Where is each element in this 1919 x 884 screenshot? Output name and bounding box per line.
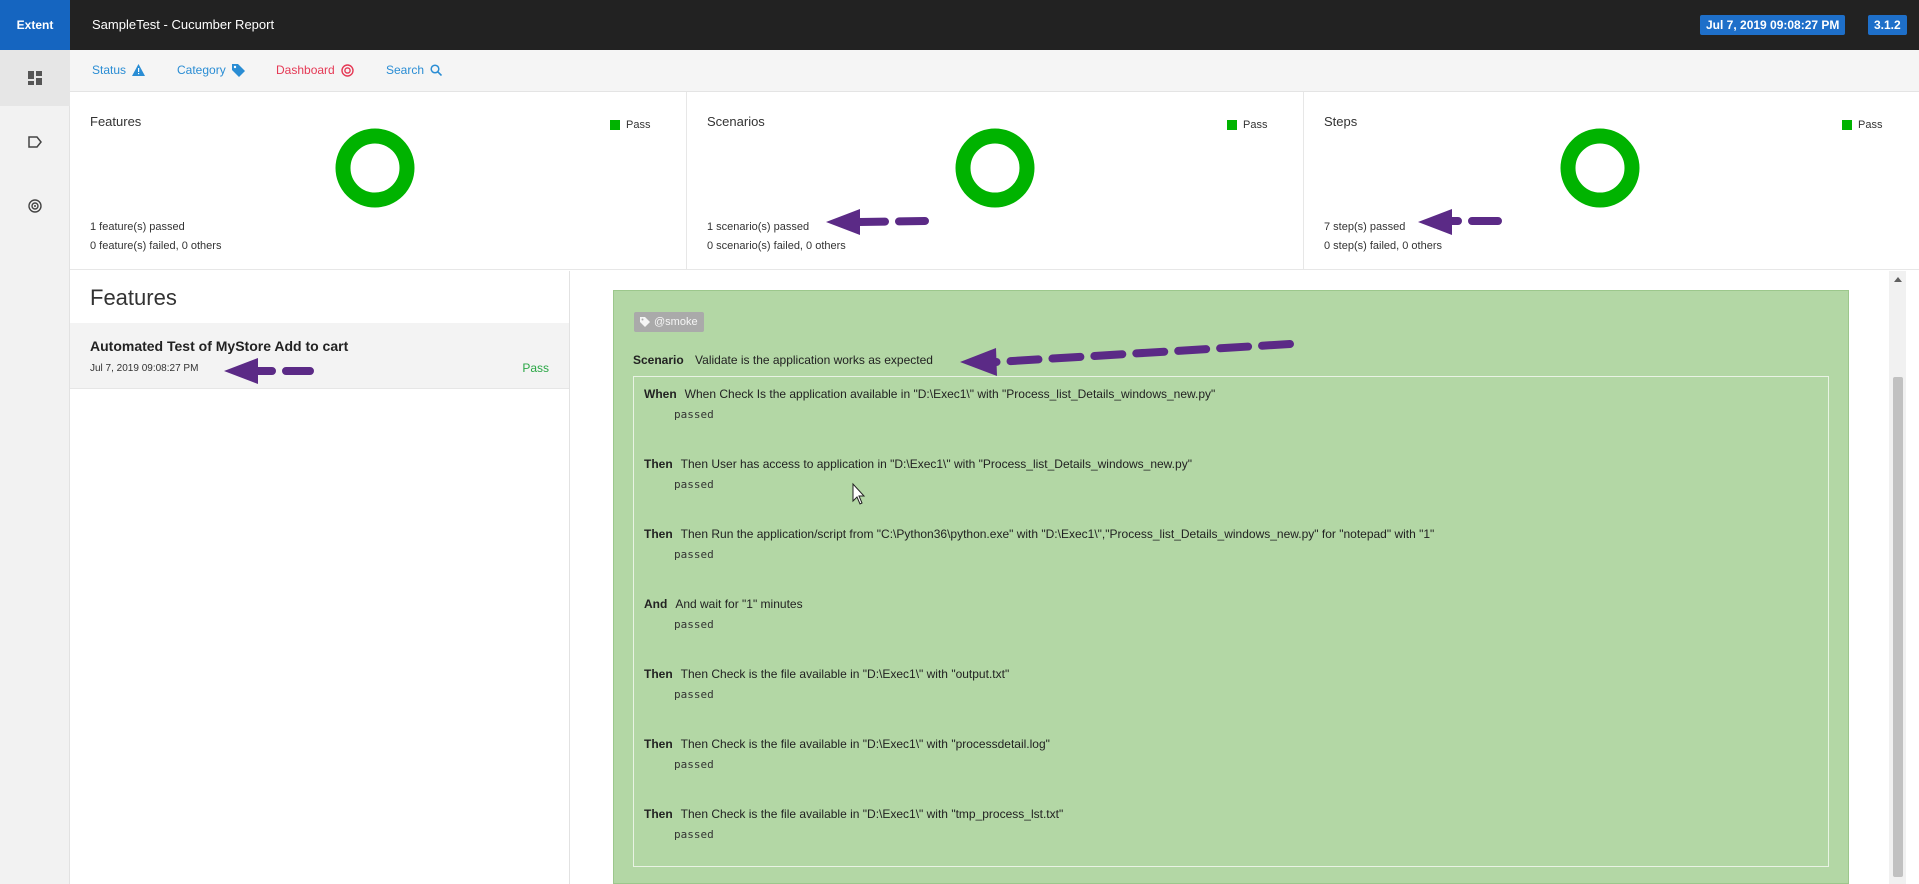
category-link[interactable]: Category [177, 63, 245, 77]
tag-icon [231, 63, 245, 77]
step-row: Then Then User has access to application … [644, 457, 1814, 507]
dashboard-link-label: Dashboard [276, 63, 335, 77]
features-failed-text: 0 feature(s) failed, 0 others [90, 240, 222, 252]
target-icon [28, 199, 42, 213]
tag-icon [640, 317, 650, 327]
step-text: Then Check is the file available in "D:\… [680, 807, 1064, 821]
steps-failed-text: 0 step(s) failed, 0 others [1324, 240, 1443, 252]
step-keyword: Then [644, 527, 673, 541]
nav-category[interactable] [0, 114, 70, 170]
scroll-up-arrow-icon[interactable] [1889, 271, 1906, 288]
step-text: Then Run the application/script from "C:… [680, 527, 1435, 541]
report-title: SampleTest - Cucumber Report [92, 17, 275, 32]
side-nav [0, 50, 70, 884]
step-status: passed [674, 758, 714, 771]
features-donut-chart [335, 128, 415, 208]
dashboard-link[interactable]: Dashboard [276, 63, 354, 77]
step-row: Then Then Check is the file available in … [644, 667, 1814, 717]
search-link-label: Search [386, 63, 425, 77]
scenario-tag[interactable]: @smoke [634, 312, 704, 332]
features-heading: Features [90, 285, 177, 310]
features-legend: Pass [610, 119, 650, 131]
pass-swatch [610, 120, 620, 130]
features-passed-text: 1 feature(s) passed [90, 221, 185, 233]
feature-name: Automated Test of MyStore Add to cart [90, 338, 349, 354]
dashboard-icon [28, 71, 42, 85]
pass-swatch [1842, 120, 1852, 130]
step-status: passed [674, 618, 714, 631]
sub-nav: Status Category Dashboard Search [70, 50, 1919, 92]
step-text: When Check Is the application available … [684, 387, 1216, 401]
step-keyword: And [644, 597, 668, 611]
step-status: passed [674, 548, 714, 561]
steps-donut-chart [1560, 128, 1640, 208]
feature-status: Pass [522, 361, 549, 375]
nav-dashboard-target[interactable] [0, 178, 70, 234]
scenario-name: Validate is the application works as exp… [695, 353, 933, 367]
detail-scrollbar[interactable] [1889, 271, 1906, 884]
step-keyword: Then [644, 807, 673, 821]
step-text: Then User has access to application in "… [680, 457, 1192, 471]
features-stat-title: Features [90, 114, 142, 129]
step-keyword: Then [644, 457, 673, 471]
step-row: And And wait for "1" minutes passed [644, 597, 1814, 647]
step-keyword: Then [644, 667, 673, 681]
report-date-badge: Jul 7, 2019 09:08:27 PM [1700, 15, 1846, 35]
features-stat-card: Features Pass 1 feature(s) passed 0 feat… [70, 92, 687, 270]
warning-icon [132, 64, 146, 76]
step-status: passed [674, 828, 714, 841]
scenarios-stat-title: Scenarios [707, 114, 765, 129]
target-icon [341, 63, 354, 77]
search-icon [430, 64, 443, 76]
scenario-keyword: Scenario [633, 353, 684, 367]
step-keyword: Then [644, 737, 673, 751]
pass-swatch [1227, 120, 1237, 130]
category-link-label: Category [177, 63, 226, 77]
tag-icon [28, 136, 42, 148]
legend-label: Pass [1858, 119, 1883, 131]
step-row: When When Check Is the application availa… [644, 387, 1814, 437]
top-bar: Extent SampleTest - Cucumber Report Jul … [0, 0, 1919, 50]
step-row: Then Then Check is the file available in … [644, 807, 1814, 857]
scenario-card: @smoke Scenario Validate is the applicat… [613, 290, 1849, 884]
feature-timestamp: Jul 7, 2019 09:08:27 PM [90, 363, 199, 374]
legend-label: Pass [1243, 119, 1268, 131]
scenario-header: Scenario Validate is the application wor… [633, 353, 933, 367]
scenarios-stat-card: Scenarios Pass 1 scenario(s) passed 0 sc… [687, 92, 1304, 270]
step-status: passed [674, 408, 714, 421]
version-badge: 3.1.2 [1868, 15, 1907, 35]
scroll-thumb[interactable] [1893, 377, 1903, 877]
scenario-tag-label: @smoke [654, 316, 698, 328]
step-status: passed [674, 478, 714, 491]
features-list-pane: Features Automated Test of MyStore Add t… [70, 271, 570, 884]
scenarios-legend: Pass [1227, 119, 1267, 131]
steps-legend: Pass [1842, 119, 1882, 131]
steps-stat-title: Steps [1324, 114, 1358, 129]
scenarios-failed-text: 0 scenario(s) failed, 0 others [707, 240, 846, 252]
step-text: Then Check is the file available in "D:\… [680, 737, 1050, 751]
scenarios-passed-text: 1 scenario(s) passed [707, 221, 810, 233]
legend-label: Pass [626, 119, 651, 131]
steps-stat-card: Steps Pass 7 step(s) passed 0 step(s) fa… [1304, 92, 1919, 270]
search-link[interactable]: Search [386, 63, 443, 77]
step-row: Then Then Check is the file available in … [644, 737, 1814, 787]
steps-list: When When Check Is the application availa… [633, 376, 1829, 867]
steps-passed-text: 7 step(s) passed [1324, 221, 1406, 233]
step-text: And wait for "1" minutes [675, 597, 803, 611]
feature-list-item[interactable]: Automated Test of MyStore Add to cart Ju… [70, 323, 569, 389]
step-row: Then Then Run the application/script from… [644, 527, 1814, 577]
feature-detail-pane: @smoke Scenario Validate is the applicat… [571, 271, 1871, 884]
step-text: Then Check is the file available in "D:\… [680, 667, 1010, 681]
scenarios-donut-chart [955, 128, 1035, 208]
stats-row: Features Pass 1 feature(s) passed 0 feat… [70, 92, 1919, 270]
step-status: passed [674, 688, 714, 701]
nav-dashboard[interactable] [0, 50, 70, 106]
status-link-label: Status [92, 63, 127, 77]
status-link[interactable]: Status [92, 63, 146, 77]
brand-logo[interactable]: Extent [0, 0, 70, 50]
step-keyword: When [644, 387, 677, 401]
